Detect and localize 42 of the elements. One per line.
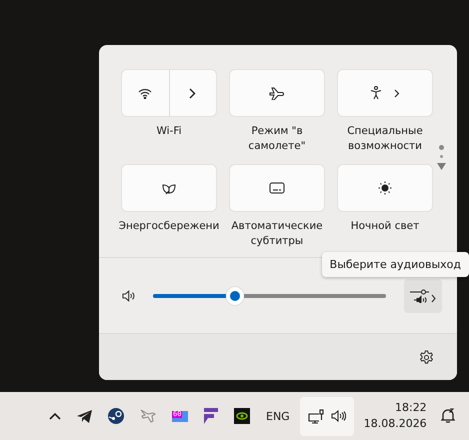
wifi-icon (138, 88, 152, 98)
jet-icon[interactable] (140, 409, 156, 423)
chevron-right-icon[interactable] (394, 88, 400, 98)
network-volume-button[interactable] (300, 396, 354, 436)
page-dot[interactable] (439, 145, 444, 150)
audio-output-button[interactable] (404, 278, 442, 312)
tooltip: Выберите аудиовыход (322, 252, 469, 277)
battery-saver-tile[interactable] (122, 165, 216, 211)
airplane-mode-tile[interactable] (230, 70, 324, 116)
tile-label: Режим "в самолете" (247, 124, 307, 154)
tile-label: Специальные возможности (346, 124, 424, 154)
chat-icon[interactable] (204, 408, 218, 424)
wired-network-icon (308, 408, 325, 424)
wifi-tile[interactable] (122, 70, 216, 116)
speaker-icon[interactable] (122, 290, 136, 302)
night-light-tile[interactable] (338, 165, 432, 211)
tile-label: Энергосбережени (118, 219, 220, 234)
clock-time[interactable]: 18:22 (394, 400, 427, 416)
graphics-app-icon[interactable] (234, 408, 250, 424)
tile-label: Ночной свет (350, 219, 420, 234)
notification-bell-icon[interactable] (440, 408, 455, 424)
paper-plane-icon[interactable] (77, 410, 92, 422)
accessibility-icon (370, 86, 382, 100)
live-captions-tile[interactable] (230, 165, 324, 211)
airplane-icon (269, 86, 285, 100)
audio-output-icon (410, 288, 436, 302)
language-indicator[interactable]: ENG (266, 410, 290, 422)
down-triangle-icon[interactable] (437, 163, 446, 170)
tile-label: Wi-Fi (155, 124, 183, 139)
page-dot[interactable] (440, 155, 443, 158)
clock-date[interactable]: 18.08.2026 (364, 416, 427, 432)
settings-icon[interactable] (419, 350, 434, 364)
brightness-icon (378, 181, 392, 195)
game-client-icon[interactable] (108, 408, 124, 424)
slider-thumb[interactable] (226, 286, 244, 304)
chevron-right-icon[interactable] (189, 88, 196, 98)
chevron-up-icon[interactable] (49, 412, 61, 420)
tile-label: Автоматические субтитры (230, 219, 324, 249)
volume-slider[interactable] (153, 286, 386, 304)
captions-icon (269, 182, 285, 194)
speaker-icon (330, 410, 346, 422)
accessibility-tile[interactable] (338, 70, 432, 116)
